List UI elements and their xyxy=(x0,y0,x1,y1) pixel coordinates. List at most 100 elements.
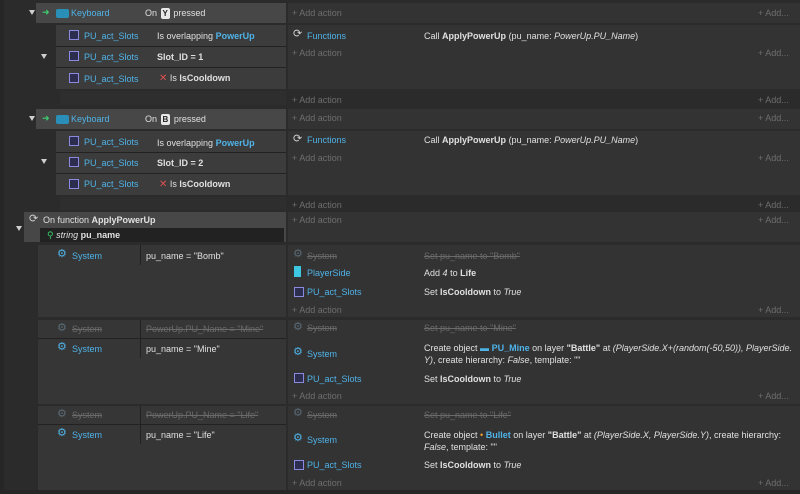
condition-text-disabled: PowerUp.PU_Name = "Mine" xyxy=(146,324,264,334)
bullet-sprite-icon: • xyxy=(480,430,484,440)
function-title: On function ApplyPowerUp xyxy=(43,215,156,225)
action-object: PU_act_Slots xyxy=(307,374,362,384)
action-text: Set IsCooldown to True xyxy=(424,287,522,297)
system-gear-icon: ⚙ xyxy=(293,346,303,358)
system-gear-icon: ⚙ xyxy=(57,248,67,260)
sprite-icon xyxy=(294,373,304,383)
invert-cross-icon: ✕ xyxy=(159,73,168,84)
sprite-icon xyxy=(69,157,79,167)
system-gear-icon: ⚙ xyxy=(293,321,303,333)
condition-text-disabled: PowerUp.PU_Name = "Life" xyxy=(146,410,259,420)
add-action-link[interactable]: + Add action xyxy=(292,199,342,211)
add-action-link[interactable]: + Add action xyxy=(292,112,342,124)
collapse-toggle-icon[interactable] xyxy=(41,54,47,59)
add-link[interactable]: + Add... xyxy=(758,7,789,19)
action-text: Set IsCooldown to True xyxy=(424,460,522,470)
trigger-arrow-icon: ➜ xyxy=(42,113,50,123)
action-text-disabled: Set pu_name to "Bomb" xyxy=(424,251,520,261)
action-text: Call ApplyPowerUp (pu_name: PowerUp.PU_N… xyxy=(424,31,639,41)
add-link[interactable]: + Add... xyxy=(758,47,789,59)
add-link[interactable]: + Add... xyxy=(758,477,789,489)
condition-object: PU_act_Slots xyxy=(84,137,139,147)
sprite-icon xyxy=(69,51,79,61)
action-object: Functions xyxy=(307,135,347,145)
add-link[interactable]: + Add... xyxy=(758,112,789,124)
invert-cross-icon: ✕ xyxy=(159,179,168,190)
condition-text: ✕ Is IsCooldown xyxy=(159,73,231,84)
condition-text: pu_name = "Mine" xyxy=(146,344,220,354)
action-object: System xyxy=(307,435,338,445)
add-action-link[interactable]: + Add action xyxy=(292,152,342,164)
action-text-line2: Y), create hierarchy: False, template: "… xyxy=(424,355,581,365)
system-gear-icon: ⚙ xyxy=(57,427,67,439)
action-object: System xyxy=(307,349,338,359)
condition-text: Slot_ID = 1 xyxy=(157,52,204,62)
condition-object: PU_act_Slots xyxy=(84,74,139,84)
collapse-toggle-icon[interactable] xyxy=(41,159,47,164)
keyboard-icon xyxy=(56,115,69,124)
add-action-link[interactable]: + Add action xyxy=(292,477,342,489)
system-gear-icon: ⚙ xyxy=(57,408,67,420)
add-link[interactable]: + Add... xyxy=(758,199,789,211)
collapse-toggle-icon[interactable] xyxy=(16,226,22,231)
actions-area[interactable] xyxy=(288,3,800,23)
action-object: PU_act_Slots xyxy=(307,460,362,470)
sub-event-life-actions[interactable] xyxy=(288,406,800,490)
action-object-disabled: System xyxy=(307,251,338,261)
add-link[interactable]: + Add... xyxy=(758,94,789,106)
keyboard-object-label: Keyboard xyxy=(71,114,110,124)
function-icon: ⟳ xyxy=(29,213,39,225)
add-link[interactable]: + Add... xyxy=(758,214,789,226)
action-text: Call ApplyPowerUp (pu_name: PowerUp.PU_N… xyxy=(424,135,639,145)
powerup-object-ref: PowerUp xyxy=(215,31,255,41)
sprite-icon xyxy=(69,179,79,189)
actions-area[interactable] xyxy=(288,109,800,129)
collapse-toggle-icon[interactable] xyxy=(29,116,35,121)
trigger-arrow-icon: ➜ xyxy=(42,7,50,17)
actions-area[interactable] xyxy=(288,212,800,242)
condition-text: pu_name = "Life" xyxy=(146,430,215,440)
condition-text: Is overlapping PowerUp xyxy=(157,138,255,148)
condition-object: PU_act_Slots xyxy=(84,31,139,41)
key-y-badge: Y xyxy=(160,8,170,19)
condition-text: ✕ Is IsCooldown xyxy=(159,179,231,190)
condition-object: PU_act_Slots xyxy=(84,158,139,168)
action-text: Set IsCooldown to True xyxy=(424,374,522,384)
system-gear-icon: ⚙ xyxy=(57,341,67,353)
add-link[interactable]: + Add... xyxy=(758,304,789,316)
empty-sub-event xyxy=(60,91,286,105)
key-b-badge: B xyxy=(160,114,171,125)
collapse-toggle-icon[interactable] xyxy=(29,10,35,15)
action-object-disabled: System xyxy=(307,323,338,333)
add-link[interactable]: + Add... xyxy=(758,152,789,164)
action-text-disabled: Set pu_name to "Life" xyxy=(424,410,511,420)
functions-icon: ⟳ xyxy=(293,28,303,40)
add-action-link[interactable]: + Add action xyxy=(292,7,342,19)
condition-text: pu_name = "Bomb" xyxy=(146,251,224,261)
action-object: Functions xyxy=(307,31,347,41)
sprite-icon xyxy=(69,30,79,40)
add-action-link[interactable]: + Add action xyxy=(292,47,342,59)
add-link[interactable]: + Add... xyxy=(758,390,789,402)
system-gear-icon: ⚙ xyxy=(293,248,303,260)
location-pin-icon: ⚲ xyxy=(47,230,54,240)
action-object-disabled: System xyxy=(307,410,338,420)
empty-sub-event xyxy=(60,197,286,210)
sprite-icon xyxy=(69,73,79,83)
action-object: PlayerSide xyxy=(307,268,351,278)
add-action-link[interactable]: + Add action xyxy=(292,390,342,402)
condition-text: On Y pressed xyxy=(145,8,206,19)
condition-object: PU_act_Slots xyxy=(84,179,139,189)
action-text-disabled: Set pu_name to "Mine" xyxy=(424,323,516,333)
condition-text: Is overlapping PowerUp xyxy=(157,31,255,41)
add-action-link[interactable]: + Add action xyxy=(292,304,342,316)
sub-event-bomb-actions[interactable] xyxy=(288,245,800,317)
add-action-link[interactable]: + Add action xyxy=(292,94,342,106)
action-text: Create object ▬ PU_Mine on layer "Battle… xyxy=(424,343,793,353)
add-action-link[interactable]: + Add action xyxy=(292,214,342,226)
action-text: Create object • Bullet on layer "Battle"… xyxy=(424,430,781,440)
system-gear-icon: ⚙ xyxy=(57,322,67,334)
sprite-icon xyxy=(294,287,304,297)
system-gear-icon: ⚙ xyxy=(293,407,303,419)
condition-object: System xyxy=(72,251,103,261)
